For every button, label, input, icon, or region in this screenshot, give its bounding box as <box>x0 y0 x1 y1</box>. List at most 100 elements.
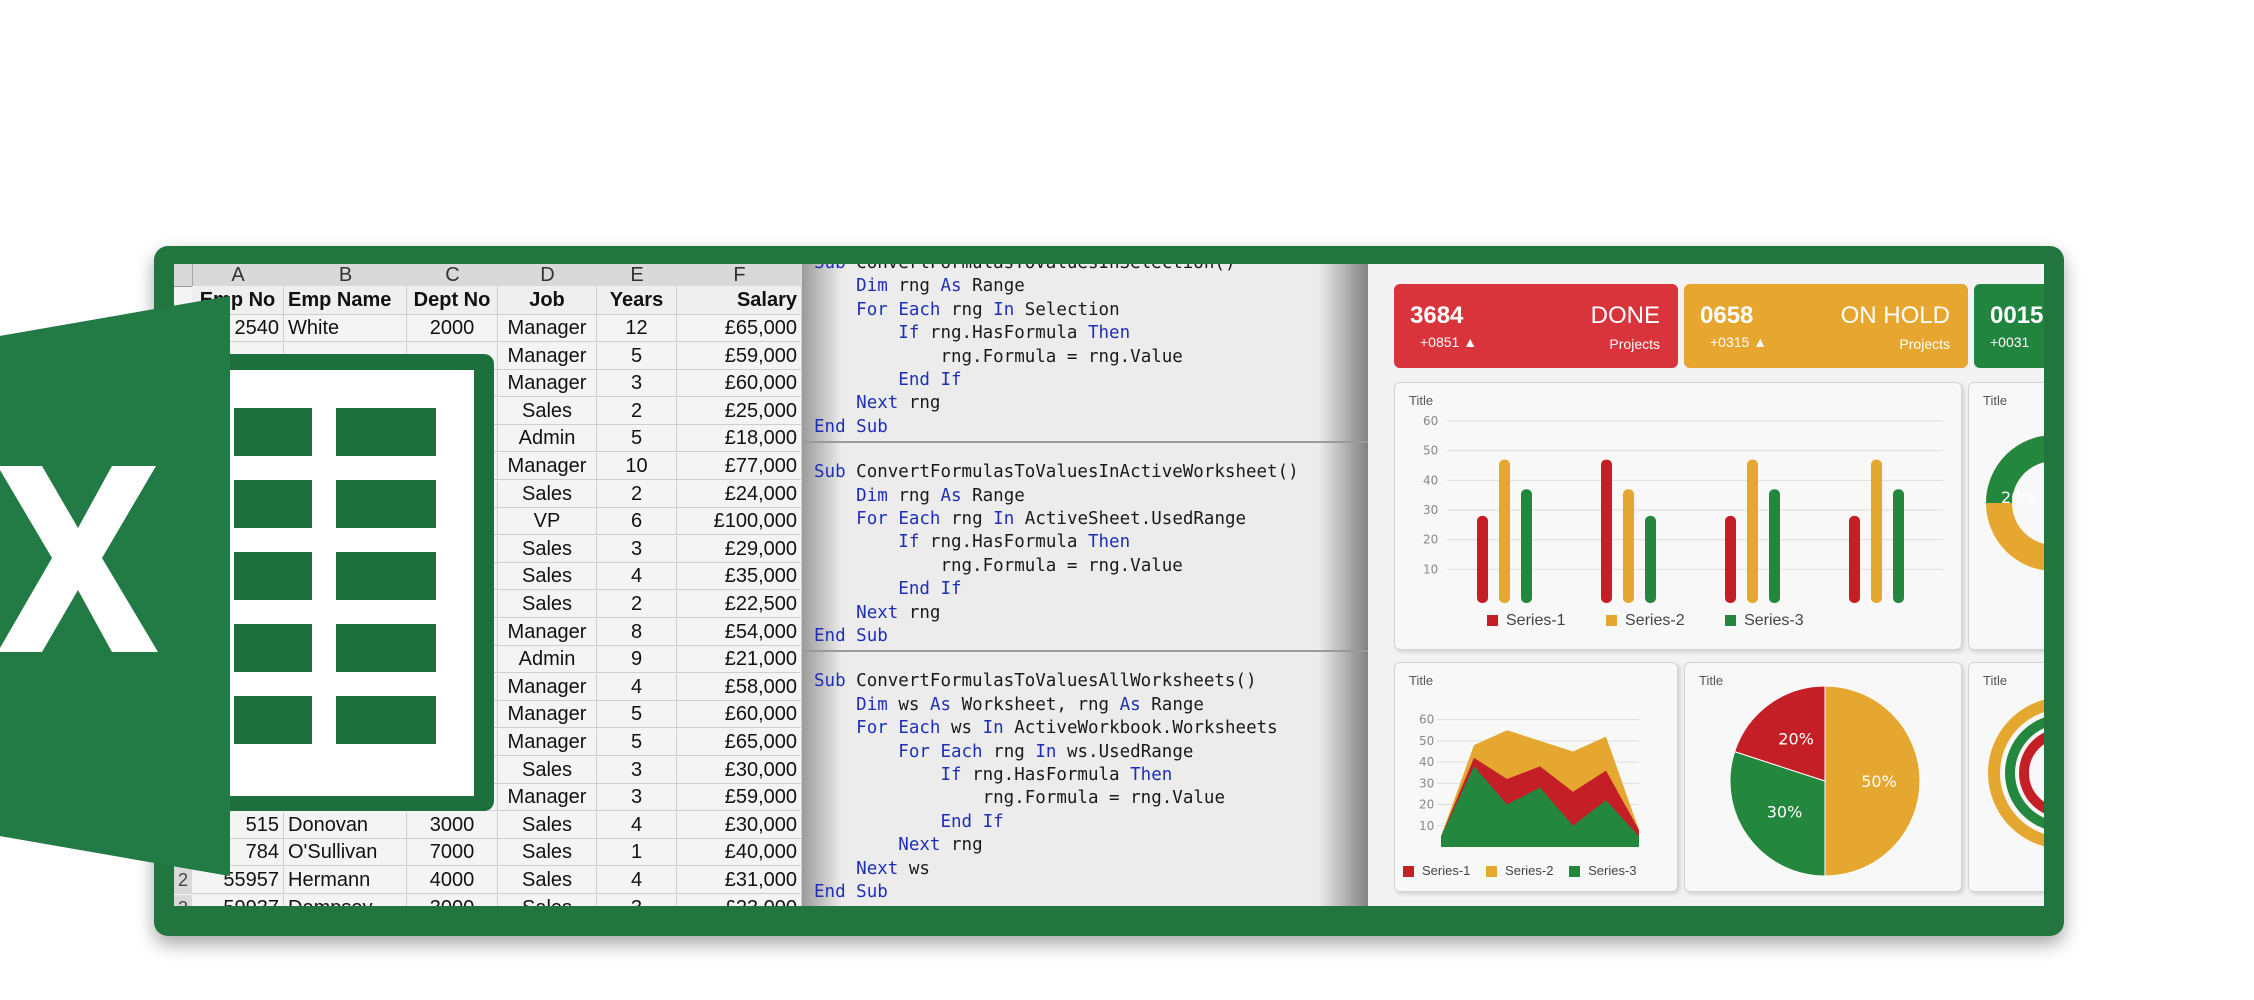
table-cell[interactable]: £77,000 <box>677 453 802 480</box>
table-cell[interactable]: 3 <box>597 535 677 563</box>
table-cell[interactable]: 3000 <box>407 894 498 906</box>
bar-series-3[interactable] <box>1645 515 1656 603</box>
table-cell[interactable]: 6 <box>597 508 677 536</box>
kpi-third[interactable]: 0015 +0031 <box>1974 284 2044 368</box>
table-cell[interactable]: Manager <box>498 315 597 342</box>
bar-series-1[interactable] <box>1849 515 1860 603</box>
table-cell[interactable]: £60,000 <box>677 370 802 398</box>
table-cell[interactable]: Sales <box>498 839 597 867</box>
table-cell[interactable]: 3 <box>597 756 677 784</box>
table-cell[interactable]: Sales <box>498 756 597 784</box>
table-cell[interactable]: 1 <box>597 839 677 867</box>
column-header-letter[interactable]: E <box>597 264 678 287</box>
table-cell[interactable]: Manager <box>498 370 597 398</box>
table-cell[interactable]: £18,000 <box>677 425 802 453</box>
table-cell[interactable]: 4 <box>597 811 677 839</box>
table-cell[interactable]: Sales <box>498 867 597 894</box>
table-cell[interactable]: Manager <box>498 453 597 480</box>
table-cell[interactable]: £58,000 <box>677 673 802 701</box>
bar-series-2[interactable] <box>1623 489 1634 603</box>
table-cell[interactable]: Manager <box>498 729 597 756</box>
table-cell[interactable]: £60,000 <box>677 701 802 729</box>
table-cell[interactable]: 3 <box>597 784 677 812</box>
bar-series-1[interactable] <box>1601 459 1612 603</box>
table-cell[interactable]: £21,000 <box>677 646 802 674</box>
table-cell[interactable]: 12 <box>597 315 677 342</box>
kpi-done[interactable]: 3684 +0851 ▲ DONE Projects <box>1394 284 1678 368</box>
header-cell[interactable]: Job <box>498 286 597 315</box>
y-tick-label: 20 <box>1419 798 1434 812</box>
table-cell[interactable]: Manager <box>498 342 597 370</box>
table-cell[interactable]: Sales <box>498 894 597 906</box>
table-cell[interactable]: £54,000 <box>677 618 802 646</box>
table-cell[interactable]: Sales <box>498 535 597 563</box>
table-cell[interactable]: 4 <box>597 673 677 701</box>
table-cell[interactable]: £35,000 <box>677 563 802 591</box>
table-cell[interactable]: £30,000 <box>677 811 802 839</box>
bar-series-1[interactable] <box>1477 515 1488 603</box>
table-cell[interactable]: 8 <box>597 618 677 646</box>
table-cell[interactable]: £59,000 <box>677 342 802 370</box>
table-cell[interactable]: £25,000 <box>677 397 802 425</box>
table-cell[interactable]: Manager <box>498 784 597 812</box>
table-cell[interactable]: £65,000 <box>677 729 802 756</box>
table-cell[interactable]: 2 <box>597 591 677 618</box>
bar-series-2[interactable] <box>1747 459 1758 603</box>
table-cell[interactable]: Admin <box>498 646 597 674</box>
table-cell[interactable]: £30,000 <box>677 756 802 784</box>
code-line: rng.Formula = rng.Value <box>940 346 1183 367</box>
column-header-letter[interactable]: C <box>407 264 499 287</box>
table-cell[interactable]: VP <box>498 508 597 536</box>
header-cell[interactable]: Salary <box>677 286 802 315</box>
table-cell[interactable]: 2 <box>597 397 677 425</box>
table-cell[interactable]: £59,000 <box>677 784 802 812</box>
table-cell[interactable]: 2 <box>597 480 677 508</box>
table-cell[interactable]: £31,000 <box>677 867 802 894</box>
table-cell[interactable]: Manager <box>498 673 597 701</box>
pie-slice-label: 20% <box>1778 730 1814 749</box>
table-cell[interactable]: 5 <box>597 425 677 453</box>
table-cell[interactable]: 4 <box>597 867 677 894</box>
table-cell[interactable]: Admin <box>498 425 597 453</box>
bar-series-3[interactable] <box>1521 489 1532 603</box>
bar-series-1[interactable] <box>1725 515 1736 603</box>
table-cell[interactable]: Manager <box>498 618 597 646</box>
bar-series-2[interactable] <box>1871 459 1882 603</box>
table-cell[interactable]: 5 <box>597 729 677 756</box>
table-cell[interactable]: Sales <box>498 480 597 508</box>
table-cell[interactable]: 9 <box>597 646 677 674</box>
column-header-letter[interactable]: B <box>284 264 408 287</box>
column-header-letter[interactable]: A <box>192 264 285 287</box>
bar-series-2[interactable] <box>1499 459 1510 603</box>
header-cell[interactable]: Years <box>597 286 677 315</box>
table-cell[interactable]: Sales <box>498 591 597 618</box>
table-cell[interactable]: £100,000 <box>677 508 802 536</box>
row-number[interactable]: 3 <box>174 894 192 906</box>
table-cell[interactable]: 5 <box>597 701 677 729</box>
table-cell[interactable]: Manager <box>498 701 597 729</box>
table-cell[interactable]: 10 <box>597 453 677 480</box>
bar-series-3[interactable] <box>1893 489 1904 603</box>
table-cell[interactable]: £24,000 <box>677 480 802 508</box>
table-cell[interactable]: Sales <box>498 397 597 425</box>
table-cell[interactable]: 3 <box>597 894 677 906</box>
select-all-corner[interactable] <box>174 264 193 287</box>
table-cell[interactable]: 5 <box>597 342 677 370</box>
legend-swatch <box>1403 866 1414 878</box>
bar-series-3[interactable] <box>1769 489 1780 603</box>
table-cell[interactable]: 4 <box>597 563 677 591</box>
column-header-letter[interactable]: D <box>498 264 598 287</box>
table-cell[interactable]: £23,000 <box>677 894 802 906</box>
table-cell[interactable]: Dempsey <box>284 894 407 906</box>
table-cell[interactable]: £29,000 <box>677 535 802 563</box>
kpi-label: ON HOLD <box>1840 302 1950 329</box>
column-header-letter[interactable]: F <box>677 264 802 287</box>
table-cell[interactable]: Sales <box>498 563 597 591</box>
table-cell[interactable]: £22,500 <box>677 591 802 618</box>
table-cell[interactable]: 59937 <box>192 894 284 906</box>
kpi-on-hold[interactable]: 0658 +0315 ▲ ON HOLD Projects <box>1684 284 1968 368</box>
table-cell[interactable]: 3 <box>597 370 677 398</box>
table-cell[interactable]: Sales <box>498 811 597 839</box>
table-cell[interactable]: £65,000 <box>677 315 802 342</box>
table-cell[interactable]: £40,000 <box>677 839 802 867</box>
